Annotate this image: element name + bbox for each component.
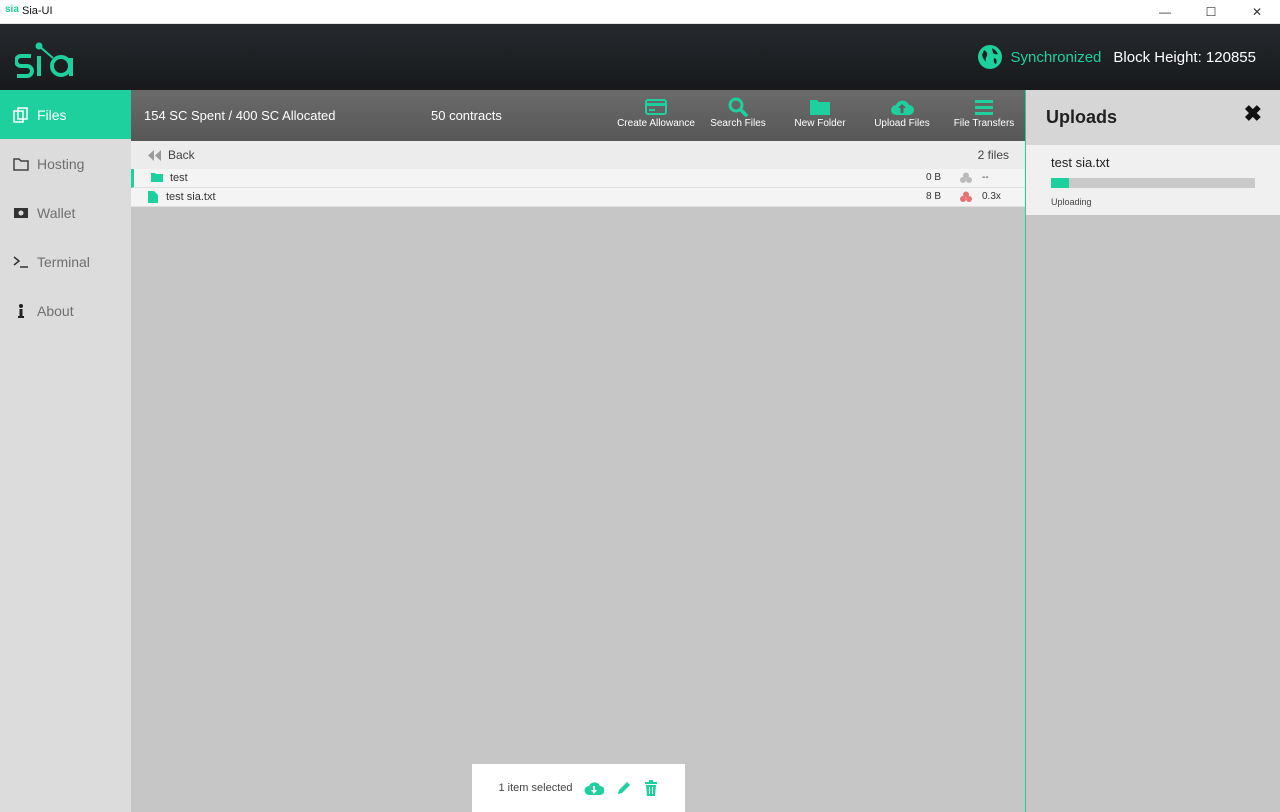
sidebar-item-label: Wallet [37, 204, 76, 221]
window-titlebar: sia Sia-UI — ☐ ✕ [0, 0, 1280, 24]
file-name: test [170, 172, 188, 184]
sidebar: Files Hosting Wallet Terminal About [0, 90, 131, 812]
upload-file-name: test sia.txt [1051, 155, 1110, 170]
close-uploads-button[interactable]: ✖ [1244, 101, 1262, 127]
upload-item: test sia.txt Uploading [1026, 145, 1280, 215]
pencil-icon[interactable] [616, 780, 632, 796]
file-size: 0 B [926, 172, 942, 183]
tool-label: New Folder [794, 118, 846, 129]
sidebar-item-label: About [37, 302, 74, 319]
selection-bar: 1 item selected [472, 764, 685, 812]
terminal-icon [13, 255, 28, 268]
uploads-header: Uploads ✖ [1026, 90, 1280, 145]
info-icon [18, 303, 24, 318]
window-title: Sia-UI [22, 5, 53, 17]
file-size: 8 B [926, 191, 942, 202]
back-button[interactable]: Back [148, 148, 195, 162]
tool-label: Upload Files [874, 118, 930, 129]
cloud-upload-icon [891, 100, 914, 115]
close-window-button[interactable]: ✕ [1234, 0, 1280, 24]
uploads-title: Uploads [1046, 107, 1118, 127]
download-icon[interactable] [584, 780, 605, 796]
new-folder-button[interactable]: New Folder [779, 96, 861, 129]
credit-card-icon [645, 99, 667, 115]
tool-label: Create Allowance [617, 118, 695, 129]
upload-progress-fill [1051, 178, 1070, 188]
globe-icon [977, 45, 1002, 69]
back-icon [148, 149, 161, 161]
file-name: test sia.txt [166, 191, 216, 203]
app-header: Synchronized Block Height: 120855 [0, 24, 1280, 90]
file-icon [148, 191, 158, 203]
sidebar-item-about[interactable]: About [0, 286, 131, 335]
file-transfers-button[interactable]: File Transfers [943, 96, 1025, 129]
trash-icon[interactable] [644, 780, 658, 796]
sia-logo [15, 42, 73, 78]
selection-count: 1 item selected [498, 782, 573, 794]
search-files-button[interactable]: Search Files [697, 96, 779, 129]
allowance-spending: 154 SC Spent / 400 SC Allocated [144, 108, 336, 123]
sidebar-item-wallet[interactable]: Wallet [0, 188, 131, 237]
folder-icon [13, 157, 29, 171]
sync-status: Synchronized [1010, 48, 1102, 66]
files-icon [13, 106, 28, 123]
sidebar-item-hosting[interactable]: Hosting [0, 139, 131, 188]
block-height: Block Height: 120855 [1113, 48, 1256, 66]
file-count: 2 files [977, 148, 1009, 162]
search-icon [728, 97, 748, 117]
uploads-panel: Uploads ✖ test sia.txt Uploading [1025, 90, 1280, 812]
create-allowance-button[interactable]: Create Allowance [615, 96, 697, 129]
maximize-button[interactable]: ☐ [1188, 0, 1234, 24]
file-redundancy: -- [982, 172, 989, 183]
sidebar-item-terminal[interactable]: Terminal [0, 237, 131, 286]
sidebar-item-label: Terminal [37, 253, 90, 270]
redundancy-icon [960, 191, 972, 202]
contracts-count: 50 contracts [431, 108, 502, 123]
files-toolbar: 154 SC Spent / 400 SC Allocated 50 contr… [131, 90, 1025, 141]
sidebar-item-label: Hosting [37, 155, 85, 172]
sidebar-item-files[interactable]: Files [0, 90, 131, 139]
back-label: Back [168, 148, 195, 162]
redundancy-icon [960, 172, 972, 183]
folder-icon [151, 173, 163, 182]
file-redundancy: 0.3x [982, 191, 1001, 202]
upload-status: Uploading [1051, 197, 1092, 207]
minimize-button[interactable]: — [1142, 0, 1188, 24]
file-list-header: Back 2 files [131, 141, 1025, 169]
app-logo-small: sia [5, 4, 19, 15]
tool-label: File Transfers [953, 118, 1015, 129]
upload-progress-bar [1051, 178, 1255, 188]
tool-label: Search Files [710, 118, 766, 129]
file-list: Back 2 files test 0 B -- test sia.txt 8 … [131, 141, 1025, 207]
sidebar-item-label: Files [37, 106, 67, 123]
menu-icon [975, 100, 993, 115]
new-folder-icon [810, 100, 830, 115]
file-row-file[interactable]: test sia.txt 8 B 0.3x [131, 188, 1025, 207]
upload-files-button[interactable]: Upload Files [861, 96, 943, 129]
file-row-folder[interactable]: test 0 B -- [131, 169, 1025, 188]
wallet-icon [14, 207, 28, 218]
